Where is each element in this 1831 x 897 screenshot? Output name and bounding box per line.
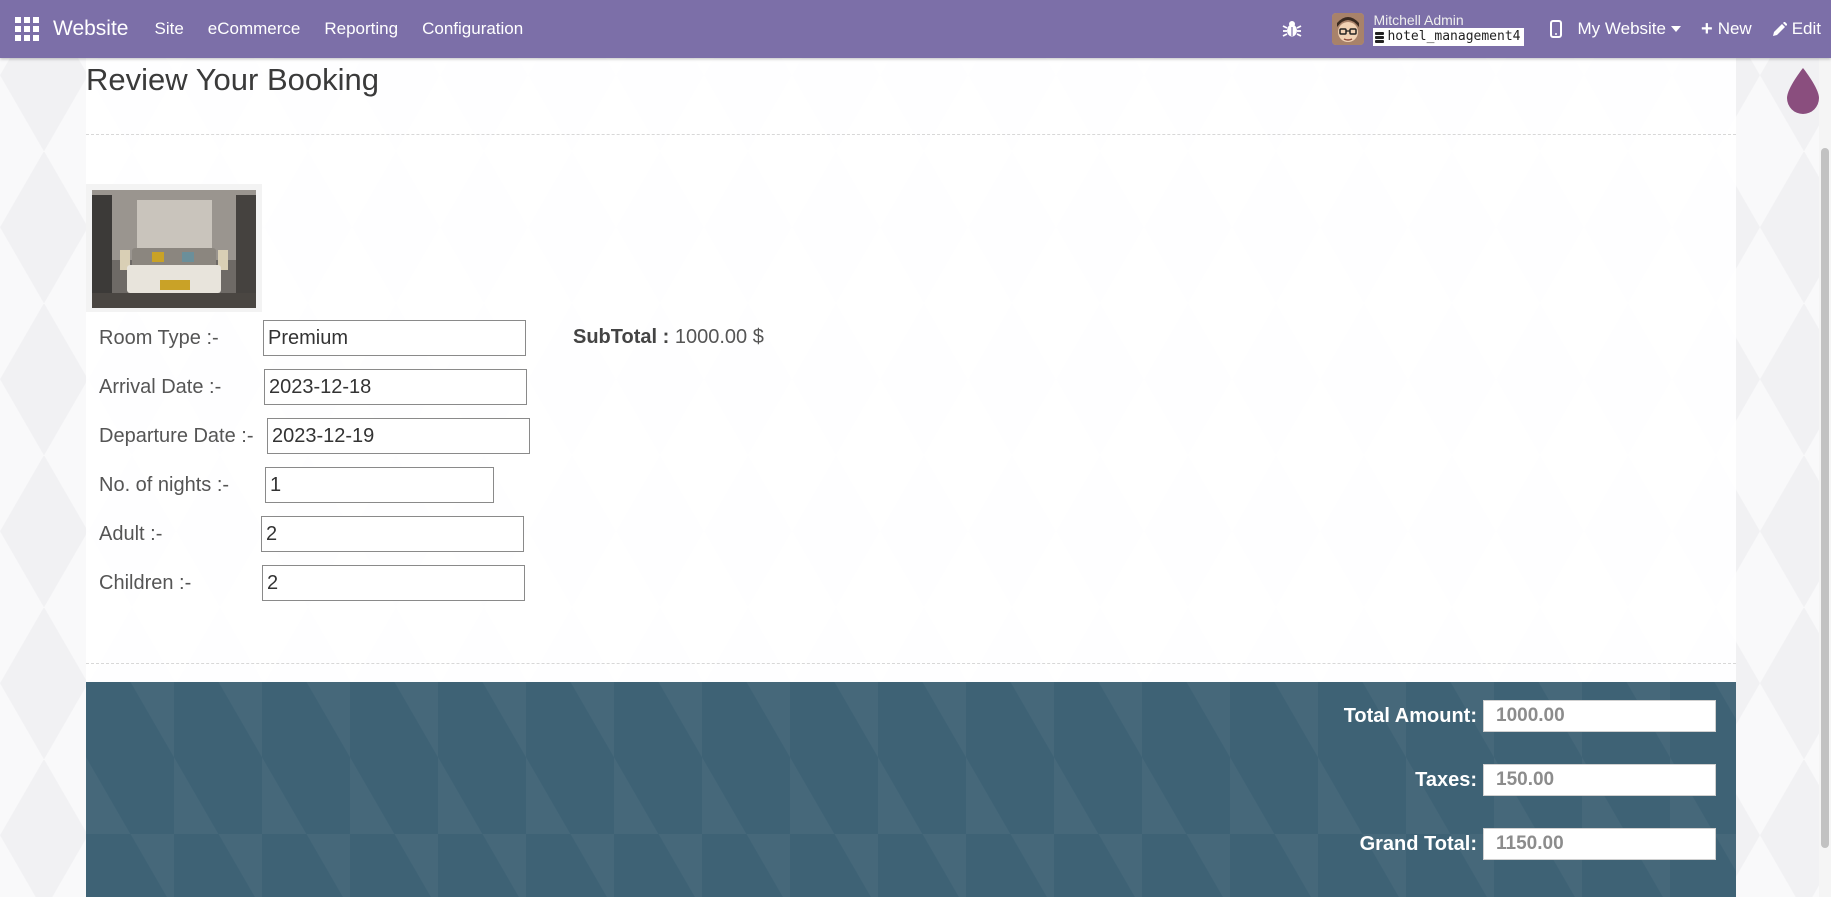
- departure-date-field[interactable]: [267, 418, 530, 454]
- taxes-label: Taxes:: [1415, 768, 1477, 791]
- website-selector[interactable]: My Website: [1577, 19, 1681, 39]
- menu-reporting[interactable]: Reporting: [312, 19, 410, 39]
- mobile-icon[interactable]: [1549, 20, 1562, 38]
- departure-date-label: Departure Date :-: [99, 424, 254, 447]
- totals-section: Total Amount: Taxes: Grand Total:: [86, 682, 1736, 897]
- avatar[interactable]: [1332, 13, 1365, 45]
- subtotal-value: 1000.00 $: [674, 326, 764, 348]
- database-badge: hotel_management4: [1373, 28, 1524, 46]
- scrollbar-thumb[interactable]: [1821, 148, 1829, 848]
- taxes-row: Taxes:: [1415, 764, 1716, 796]
- room-type-field[interactable]: [263, 320, 526, 356]
- pencil-icon: [1772, 21, 1787, 36]
- adult-field[interactable]: [261, 516, 524, 552]
- nights-label: No. of nights :-: [99, 473, 230, 496]
- total-amount-field[interactable]: [1483, 700, 1716, 732]
- subtotal: SubTotal : 1000.00 $: [573, 326, 764, 349]
- room-type-label: Room Type :-: [99, 326, 219, 349]
- subtotal-label: SubTotal :: [573, 326, 670, 348]
- divider: [86, 134, 1736, 135]
- bug-icon[interactable]: [1282, 19, 1302, 39]
- apps-grid-icon[interactable]: [15, 17, 39, 41]
- scrollbar[interactable]: [1819, 58, 1831, 897]
- arrival-date-field[interactable]: [264, 369, 527, 405]
- database-name: hotel_management4: [1387, 29, 1521, 44]
- plus-icon: +: [1701, 18, 1713, 40]
- nights-field[interactable]: [265, 467, 494, 503]
- app-brand[interactable]: Website: [53, 17, 128, 41]
- top-navbar: Website Site eCommerce Reporting Configu…: [0, 0, 1831, 58]
- website-selector-label: My Website: [1577, 19, 1667, 38]
- page-title: Review Your Booking: [86, 62, 379, 97]
- children-label: Children :-: [99, 571, 192, 594]
- edit-button[interactable]: Edit: [1772, 19, 1821, 39]
- arrival-date-label: Arrival Date :-: [99, 375, 222, 398]
- edit-label: Edit: [1791, 19, 1821, 38]
- grand-total-row: Grand Total:: [1360, 828, 1716, 860]
- grand-total-field[interactable]: [1483, 828, 1716, 860]
- total-amount-row: Total Amount:: [1344, 700, 1716, 732]
- new-label: New: [1717, 19, 1752, 38]
- caret-down-icon: [1671, 26, 1681, 32]
- droplet-icon[interactable]: [1785, 66, 1821, 114]
- taxes-field[interactable]: [1483, 764, 1716, 796]
- navbar-right-group: Mitchell Admin hotel_management4 My Webs…: [1282, 0, 1831, 58]
- children-field[interactable]: [262, 565, 525, 601]
- divider: [86, 663, 1736, 664]
- menu-site[interactable]: Site: [142, 19, 195, 39]
- menu-ecommerce[interactable]: eCommerce: [196, 19, 313, 39]
- room-image: [86, 184, 262, 312]
- user-name: Mitchell Admin: [1373, 12, 1464, 28]
- adult-label: Adult :-: [99, 522, 163, 545]
- total-amount-label: Total Amount:: [1343, 704, 1477, 727]
- menu-configuration[interactable]: Configuration: [410, 19, 535, 39]
- grand-total-label: Grand Total:: [1359, 832, 1477, 855]
- user-block[interactable]: Mitchell Admin hotel_management4: [1373, 12, 1524, 46]
- new-button[interactable]: + New: [1701, 19, 1752, 39]
- booking-page: Review Your Booking Room Type :- Arrival…: [86, 58, 1736, 897]
- database-icon: [1375, 31, 1385, 43]
